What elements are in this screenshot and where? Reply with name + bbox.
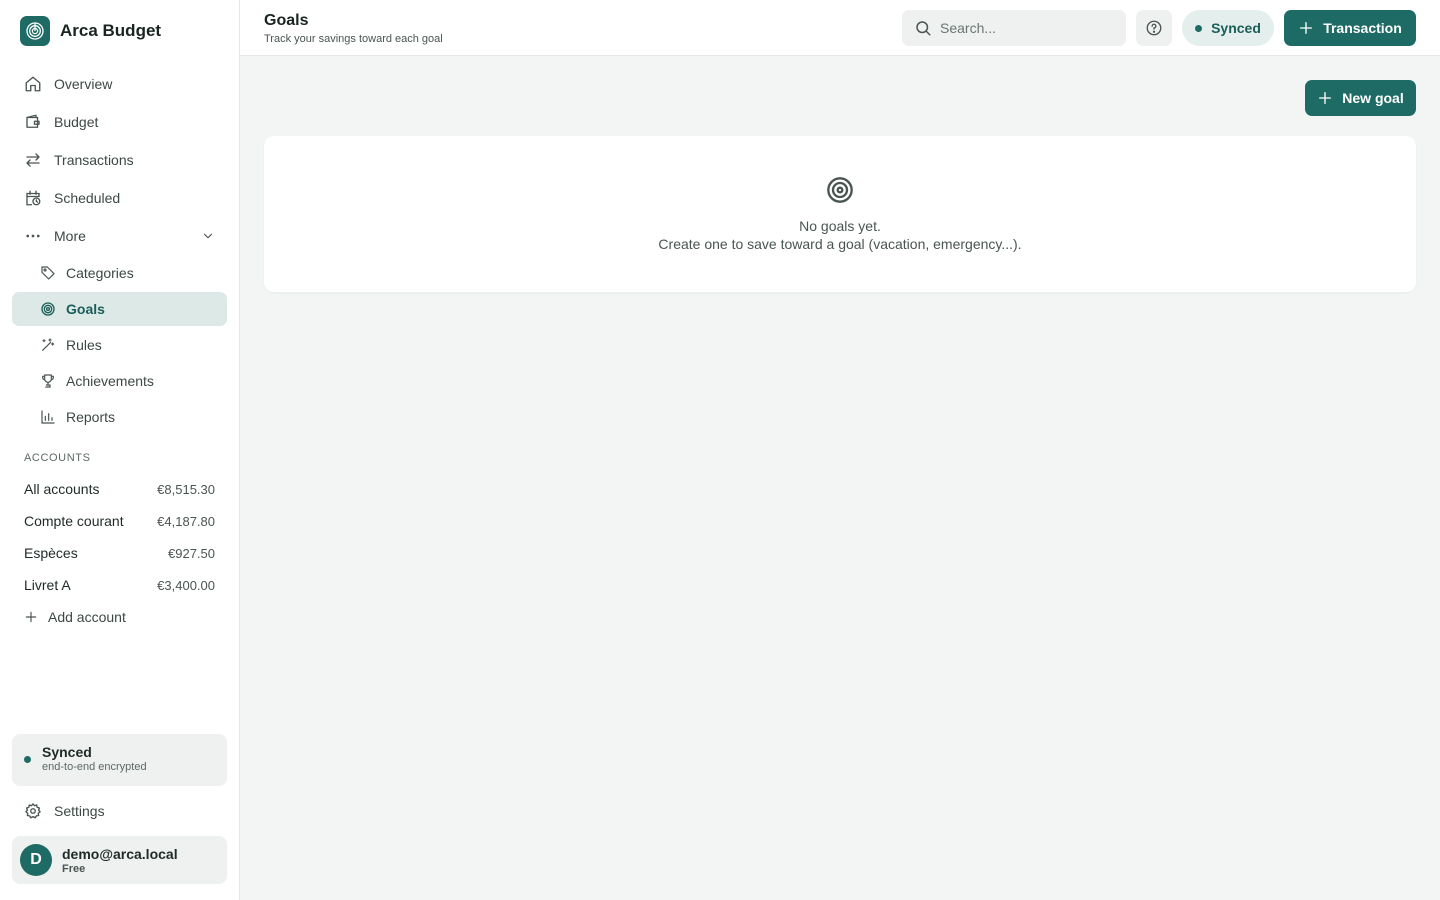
nav-item-reports[interactable]: Reports xyxy=(12,400,227,434)
account-name: Espèces xyxy=(24,545,78,561)
search-input[interactable] xyxy=(940,20,1110,36)
nav-item-label: Budget xyxy=(54,114,99,130)
accounts-list: All accounts €8,515.30 Compte courant €4… xyxy=(12,473,227,633)
arrows-swap-icon xyxy=(26,153,40,167)
page-subtitle: Track your savings toward each goal xyxy=(264,33,443,45)
bar-chart-icon xyxy=(41,410,55,424)
nav-item-goals[interactable]: Goals xyxy=(12,292,227,326)
trophy-icon xyxy=(42,374,54,388)
account-balance: €8,515.30 xyxy=(157,481,215,497)
nav-item-achievements[interactable]: Achievements xyxy=(12,364,227,398)
sidebar: Arca Budget Overview Budget Transactions… xyxy=(0,0,240,900)
nav-item-label: More xyxy=(54,228,86,244)
status-dot xyxy=(1195,24,1203,32)
top-bar: Goals Track your savings toward each goa… xyxy=(240,0,1440,56)
account-row-especes[interactable]: Espèces €927.50 xyxy=(12,537,227,569)
main-nav: Overview Budget Transactions Scheduled M… xyxy=(12,66,227,436)
user-card[interactable]: D demo@arca.local Free xyxy=(12,836,227,884)
nav-item-budget[interactable]: Budget xyxy=(12,104,227,140)
nav-item-label: Transactions xyxy=(54,152,134,168)
calendar-clock-icon xyxy=(26,190,41,206)
target-icon xyxy=(827,177,853,203)
plus-icon xyxy=(1300,22,1313,34)
empty-state-card: No goals yet. Create one to save toward … xyxy=(264,136,1416,292)
nav-item-label: Categories xyxy=(66,265,134,281)
sync-status-badge: Synced xyxy=(1182,10,1274,46)
account-name: Compte courant xyxy=(24,513,124,529)
add-account-button[interactable]: Add account xyxy=(12,601,227,633)
plus-icon xyxy=(1319,92,1332,104)
magic-wand-icon xyxy=(42,338,55,351)
add-account-label: Add account xyxy=(48,609,126,625)
brand-logo-icon xyxy=(20,16,50,46)
sync-dot xyxy=(24,756,31,763)
sync-subtitle: end-to-end encrypted xyxy=(42,761,147,773)
sync-status-card: Synced end-to-end encrypted xyxy=(12,734,227,786)
settings-label: Settings xyxy=(54,803,105,819)
help-button[interactable] xyxy=(1136,10,1172,46)
accounts-heading: ACCOUNTS xyxy=(24,452,91,464)
plus-icon xyxy=(25,611,37,623)
account-row-livret-a[interactable]: Livret A €3,400.00 xyxy=(12,569,227,601)
avatar: D xyxy=(20,844,52,876)
brand-name: Arca Budget xyxy=(60,21,162,40)
nav-item-overview[interactable]: Overview xyxy=(12,66,227,102)
account-row-all[interactable]: All accounts €8,515.30 xyxy=(12,473,227,505)
sync-title: Synced xyxy=(42,744,92,760)
tag-icon xyxy=(41,266,55,280)
empty-state-title: No goals yet. xyxy=(799,218,881,234)
account-name: Livret A xyxy=(24,577,71,593)
account-name: All accounts xyxy=(24,481,100,497)
nav-item-scheduled[interactable]: Scheduled xyxy=(12,180,227,216)
brand[interactable]: Arca Budget xyxy=(20,16,161,46)
search-icon xyxy=(916,21,931,36)
user-email: demo@arca.local xyxy=(62,845,178,862)
new-goal-button[interactable]: New goal xyxy=(1305,80,1416,116)
nav-item-categories[interactable]: Categories xyxy=(12,256,227,290)
nav-item-rules[interactable]: Rules xyxy=(12,328,227,362)
more-dots-icon xyxy=(26,234,40,238)
add-transaction-label: Transaction xyxy=(1323,20,1402,36)
nav-item-more[interactable]: More xyxy=(12,218,227,254)
new-goal-label: New goal xyxy=(1342,90,1404,106)
account-row-compte-courant[interactable]: Compte courant €4,187.80 xyxy=(12,505,227,537)
account-balance: €927.50 xyxy=(168,545,215,561)
target-icon xyxy=(41,302,55,316)
settings-link[interactable]: Settings xyxy=(12,793,227,829)
search-box[interactable] xyxy=(902,10,1126,46)
home-icon xyxy=(25,76,41,92)
account-balance: €3,400.00 xyxy=(157,577,215,593)
user-plan: Free xyxy=(62,862,86,875)
account-balance: €4,187.80 xyxy=(157,513,215,529)
help-circle-icon xyxy=(1146,20,1162,36)
sync-status-label: Synced xyxy=(1211,20,1261,36)
page-title: Goals xyxy=(264,12,309,29)
add-transaction-button[interactable]: Transaction xyxy=(1284,10,1416,46)
chevron-down-icon xyxy=(203,233,213,239)
wallet-icon xyxy=(26,114,40,128)
nav-item-label: Reports xyxy=(66,409,116,425)
nav-item-label: Achievements xyxy=(66,373,154,389)
nav-item-transactions[interactable]: Transactions xyxy=(12,142,227,178)
nav-item-label: Scheduled xyxy=(54,190,121,206)
nav-item-label: Rules xyxy=(66,337,102,353)
nav-item-label: Goals xyxy=(66,301,105,317)
nav-item-label: Overview xyxy=(54,76,113,92)
empty-state-description: Create one to save toward a goal (vacati… xyxy=(658,236,1022,252)
gear-icon xyxy=(25,803,41,819)
